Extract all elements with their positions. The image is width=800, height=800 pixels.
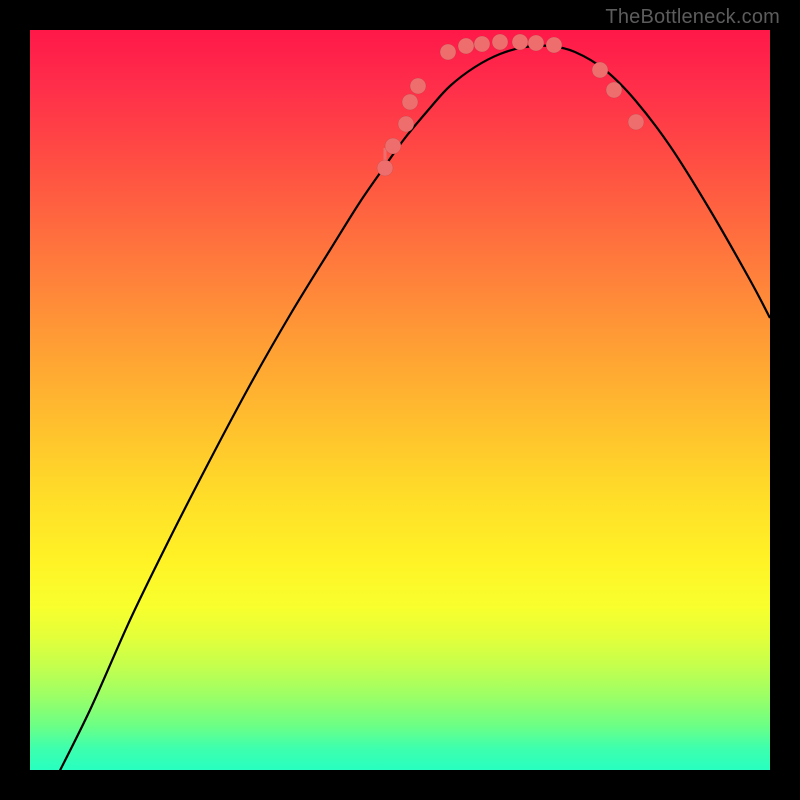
attribution-label: TheBottleneck.com [605,6,780,29]
highlight-dot [592,62,608,78]
highlight-dot [402,94,418,110]
highlight-dot [606,82,622,98]
highlight-dot [512,34,528,50]
chart-stage: TheBottleneck.com [0,0,800,800]
bottleneck-curve [50,46,770,770]
highlight-dot [377,160,393,176]
highlight-dot [385,138,401,154]
highlight-dots-group [377,34,644,176]
highlight-dot [440,44,456,60]
highlight-dot [492,34,508,50]
highlight-dot [528,35,544,51]
highlight-dot [546,37,562,53]
highlight-dot [398,116,414,132]
chart-svg [30,30,770,770]
plot-area [30,30,770,770]
highlight-dot [458,38,474,54]
highlight-dot [474,36,490,52]
highlight-dot [410,78,426,94]
highlight-dot [628,114,644,130]
